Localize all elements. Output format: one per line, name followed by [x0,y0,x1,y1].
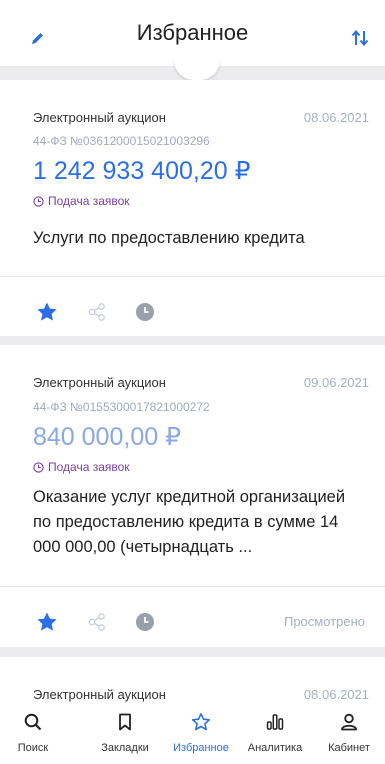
tender-type: Электронный аукцион [33,110,166,125]
tender-price: 840 000,00 ₽ [33,423,181,451]
tender-number: 44-ФЗ №0361200015021003296 [33,134,210,148]
pull-handle[interactable] [174,60,220,80]
tender-type: Электронный аукцион [33,375,166,390]
card-actions [0,297,385,327]
share-icon[interactable] [86,301,108,323]
tab-analytics[interactable]: Аналитика [240,705,310,764]
sort-arrows-icon[interactable] [350,28,370,48]
status-badge: Подача заявок [33,194,130,208]
divider [0,586,385,587]
analytics-icon [266,714,284,730]
tender-description: Услуги по предоставлению кредита [33,229,305,247]
bookmark-icon [119,713,131,731]
tender-number: 44-ФЗ №0155300017821000272 [33,400,210,414]
search-icon [24,713,42,731]
status-label: Подача заявок [48,460,130,474]
clock-icon [33,195,44,207]
person-icon [341,713,357,731]
star-icon[interactable] [36,301,58,323]
tab-search[interactable]: Поиск [0,705,66,764]
tab-label: Кабинет [328,742,370,754]
tender-description: Оказание услуг кредитной организацией по… [33,488,346,556]
viewed-label: Просмотрено [283,614,365,629]
clock-icon [33,461,44,473]
history-clock-icon[interactable] [134,301,156,323]
tender-date: 08.06.2021 [303,110,369,125]
bottom-tab-bar: Поиск Закладки Избранное Аналитика Кабин… [0,705,385,764]
tab-label: Закладки [101,742,149,754]
tender-card[interactable]: Электронный аукцион 09.06.2021 44-ФЗ №01… [0,345,385,647]
tab-label: Поиск [17,742,49,754]
tender-date: 09.06.2021 [303,375,369,390]
page-title: Избранное [136,20,249,45]
history-clock-icon[interactable] [134,611,156,633]
star-icon [191,713,211,731]
star-icon[interactable] [36,611,58,633]
status-label: Подача заявок [48,194,130,208]
tender-type: Электронный аукцион [33,687,166,702]
divider [0,276,385,277]
pencil-icon[interactable] [30,30,46,46]
tab-label: Избранное [173,742,229,754]
tab-label: Аналитика [247,742,303,754]
tab-favorites[interactable]: Избранное [166,705,236,764]
tender-card[interactable]: Электронный аукцион 08.06.2021 44-ФЗ №03… [0,80,385,336]
tender-price: 1 242 933 400,20 ₽ [33,157,251,185]
app-header: Избранное [0,0,385,66]
tab-bookmarks[interactable]: Закладки [90,705,160,764]
tab-account[interactable]: Кабинет [316,705,382,764]
share-icon[interactable] [86,611,108,633]
tender-date: 08.06.2021 [303,687,369,702]
card-actions: Просмотрено [0,607,385,637]
status-badge: Подача заявок [33,460,130,474]
